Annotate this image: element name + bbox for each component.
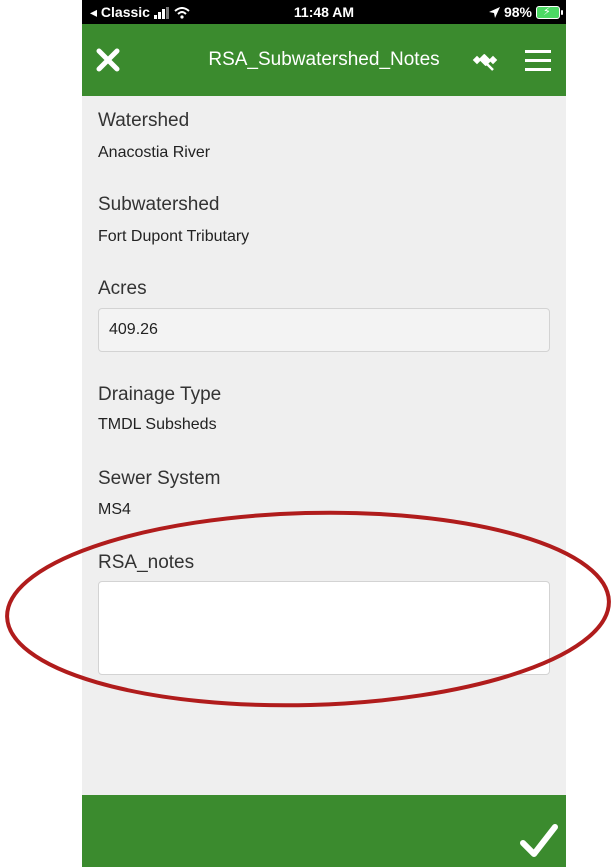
form-footer bbox=[82, 795, 566, 867]
watershed-label: Watershed bbox=[98, 110, 190, 131]
acres-field[interactable]: 409.26 bbox=[98, 308, 550, 352]
subwatershed-label: Subwatershed bbox=[98, 194, 220, 215]
close-button[interactable] bbox=[90, 42, 126, 78]
satellite-icon bbox=[472, 54, 498, 71]
checkmark-icon bbox=[520, 824, 558, 857]
rsa-notes-textarea[interactable] bbox=[98, 581, 550, 675]
acres-label: Acres bbox=[98, 278, 147, 299]
battery-icon: ⚡ bbox=[536, 5, 563, 19]
close-icon bbox=[96, 48, 120, 72]
drainage-type-value: TMDL Subsheds bbox=[98, 416, 217, 433]
menu-button[interactable] bbox=[520, 42, 556, 78]
location-button[interactable] bbox=[467, 42, 503, 78]
submit-button[interactable] bbox=[518, 821, 560, 861]
sewer-system-value: MS4 bbox=[98, 501, 131, 518]
hamburger-menu-icon bbox=[525, 50, 551, 71]
subwatershed-value: Fort Dupont Tributary bbox=[98, 228, 250, 245]
phone-screen: ◂ Classic 11:48 AM 98% ⚡ RSA_Subwatershe… bbox=[82, 0, 566, 867]
rsa-notes-label: RSA_notes bbox=[98, 552, 195, 573]
sewer-system-label: Sewer System bbox=[98, 468, 221, 489]
status-bar: ◂ Classic 11:48 AM 98% ⚡ bbox=[82, 0, 566, 24]
app-header: RSA_Subwatershed_Notes bbox=[82, 24, 566, 96]
watershed-value: Anacostia River bbox=[98, 144, 211, 161]
drainage-type-label: Drainage Type bbox=[98, 384, 222, 405]
location-arrow-icon bbox=[488, 6, 500, 18]
battery-percent: 98% bbox=[503, 4, 532, 20]
